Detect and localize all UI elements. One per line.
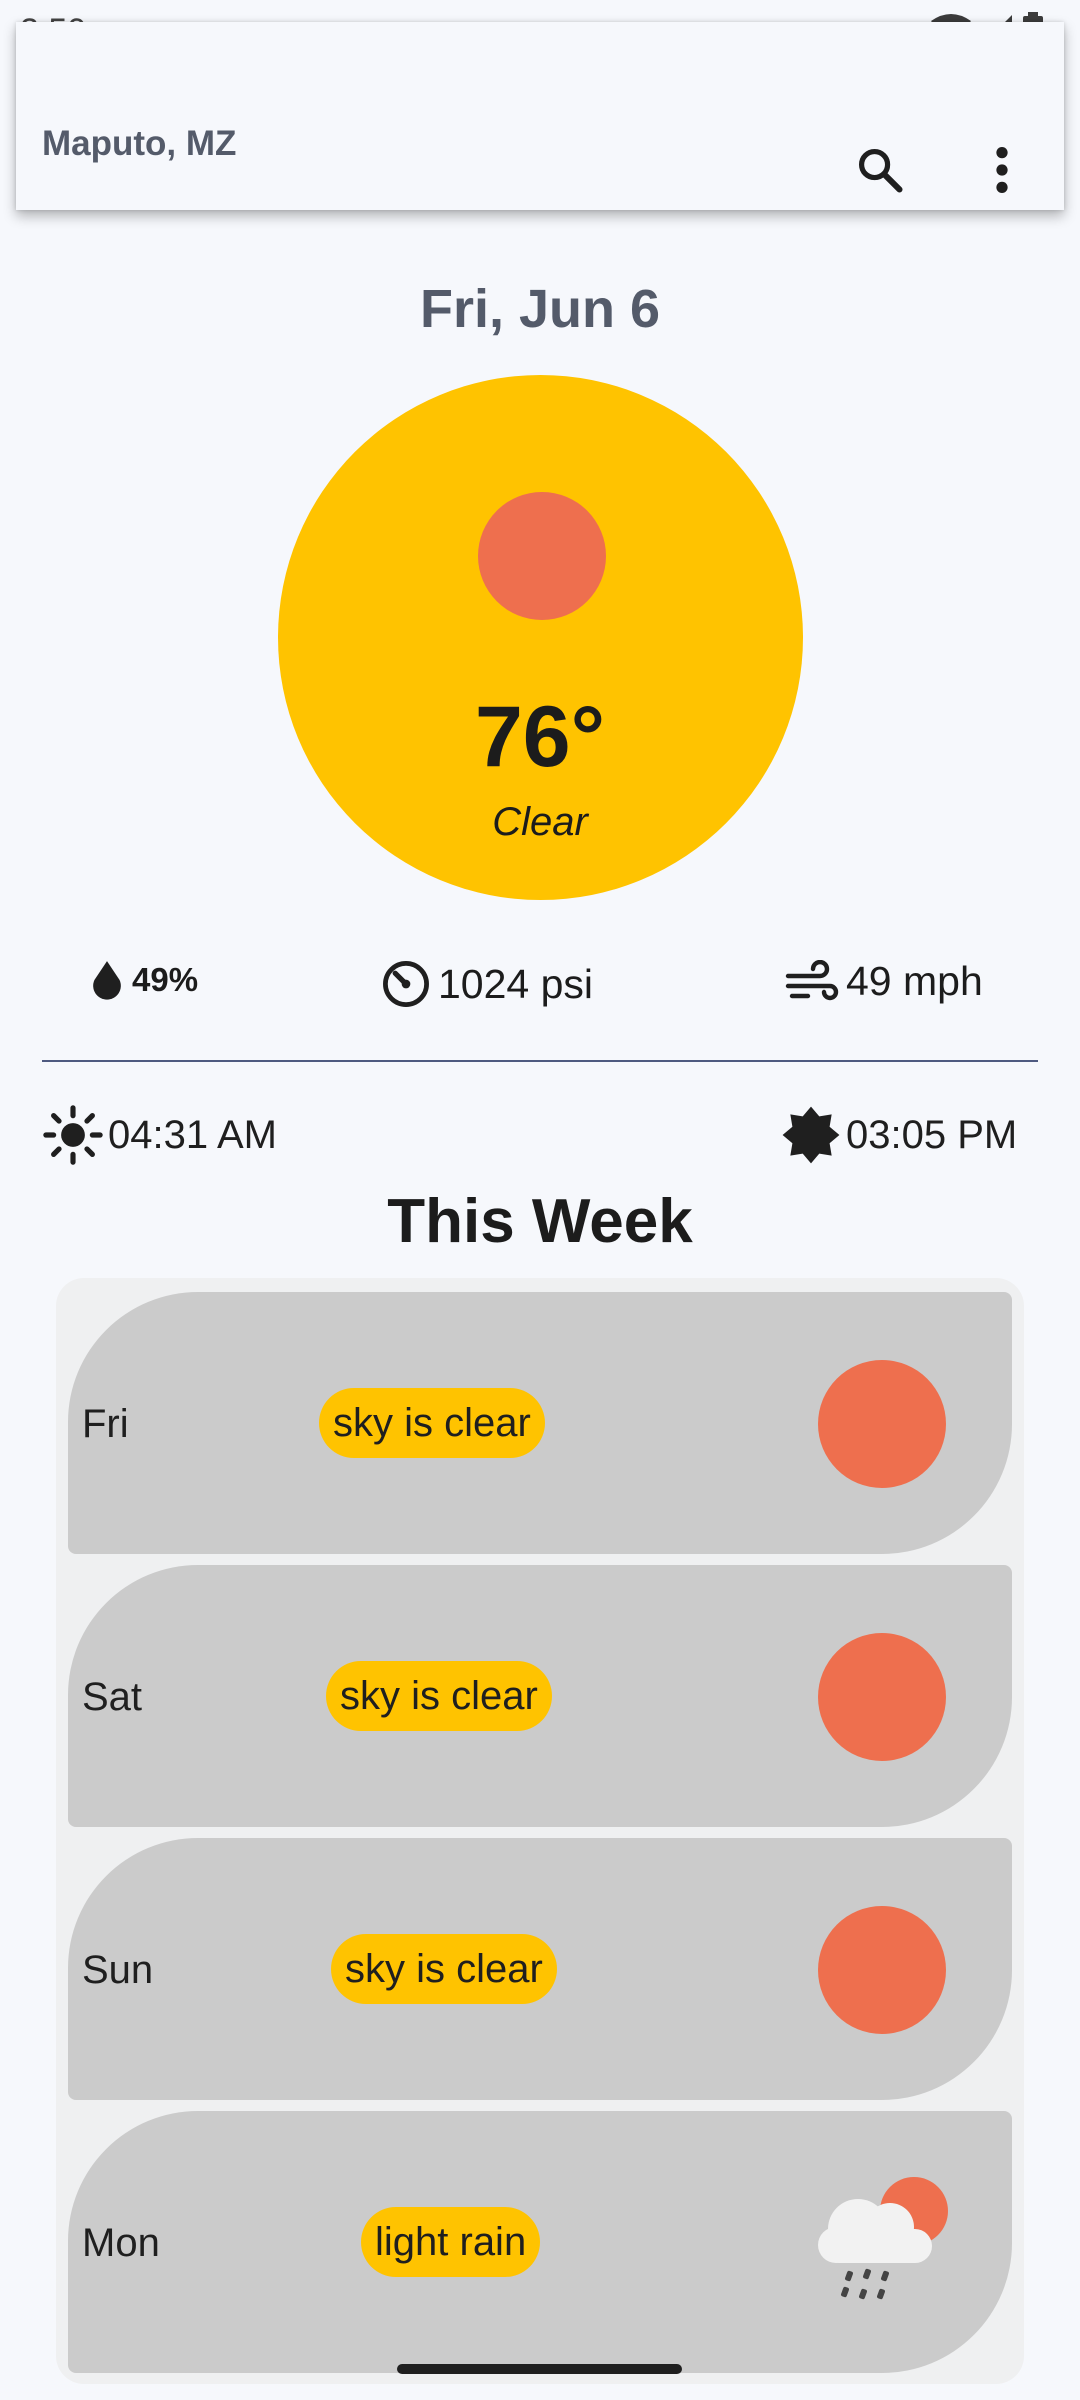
humidity-value: 49% — [132, 961, 199, 998]
more-options-button[interactable] — [970, 138, 1034, 202]
humidity-drop-icon — [93, 961, 121, 1000]
sunrise-time: 04:31 AM — [108, 1112, 278, 1157]
clear-sun-icon — [478, 492, 606, 620]
pressure-gauge-icon — [383, 961, 429, 1007]
current-date: Fri, Jun 6 — [419, 279, 661, 339]
clear-sun-icon — [818, 1906, 946, 2034]
current-condition: Clear — [492, 800, 588, 844]
location-title: Maputo, MZ — [42, 124, 237, 163]
clear-sun-icon — [818, 1360, 946, 1488]
current-temperature: 76° — [474, 689, 606, 785]
forecast-day: Sun — [82, 1948, 154, 1992]
sunset-info: 03:05 PM — [780, 1104, 1017, 1166]
forecast-card-mon[interactable]: Mon light rain — [68, 2111, 1012, 2373]
pressure-value: 1024 psi — [438, 960, 594, 1007]
wind-icon — [785, 959, 839, 1000]
forecast-summary-chip: light rain — [361, 2207, 541, 2277]
humidity-stat: 49% — [88, 958, 198, 1002]
light-rain-icon — [818, 2177, 948, 2300]
sunset-icon — [782, 1106, 840, 1164]
forecast-summary-chip: sky is clear — [326, 1661, 552, 1731]
forecast-summary-chip: sky is clear — [319, 1388, 545, 1458]
forecast-card-fri[interactable]: Fri sky is clear — [68, 1292, 1012, 1554]
sunrise-icon — [43, 1105, 103, 1165]
week-section-title: This Week — [387, 1187, 693, 1256]
search-icon — [858, 148, 903, 193]
wind-value: 49 mph — [846, 958, 983, 1004]
home-indicator[interactable] — [397, 2364, 682, 2374]
wind-stat: 49 mph — [784, 958, 983, 1005]
clear-sun-icon — [818, 1633, 946, 1761]
pressure-stat: 1024 psi — [380, 958, 593, 1010]
forecast-day: Mon — [82, 2221, 160, 2265]
forecast-card-sun[interactable]: Sun sky is clear — [68, 1838, 1012, 2100]
sunset-time: 03:05 PM — [846, 1112, 1018, 1157]
top-app-bar: Maputo, MZ — [16, 22, 1064, 210]
divider — [42, 1060, 1038, 1062]
sunrise-info: 04:31 AM — [42, 1104, 277, 1166]
forecast-day: Sat — [82, 1675, 143, 1719]
forecast-summary-chip: sky is clear — [331, 1934, 557, 2004]
more-vert-icon — [996, 147, 1008, 193]
search-button[interactable] — [848, 138, 912, 202]
forecast-day: Fri — [82, 1402, 129, 1446]
forecast-card-sat[interactable]: Sat sky is clear — [68, 1565, 1012, 1827]
